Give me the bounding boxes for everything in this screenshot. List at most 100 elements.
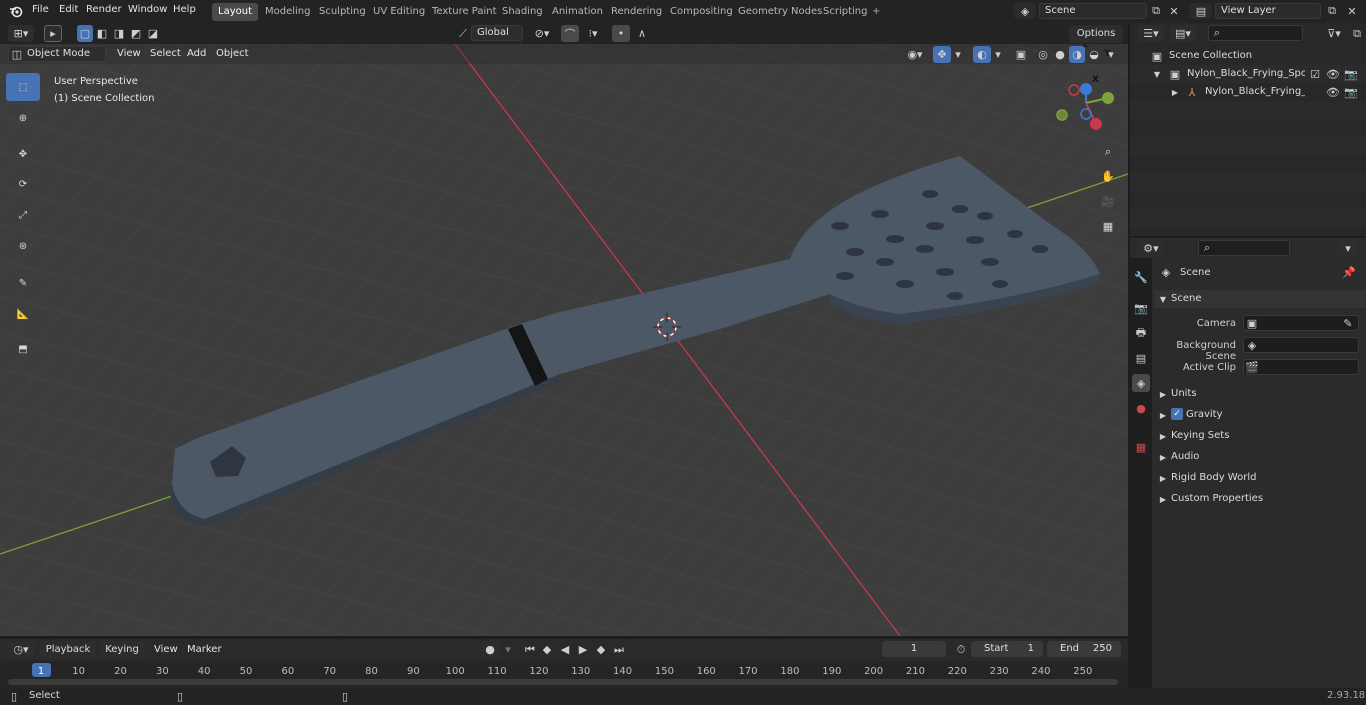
new-view-layer-icon[interactable]: ⧉ xyxy=(1325,3,1339,19)
gravity-checkbox[interactable]: ✓ xyxy=(1171,408,1183,420)
timeline-editor-icon[interactable]: ◷▾ xyxy=(8,641,34,658)
tab-texture-paint[interactable]: Texture Paint xyxy=(426,3,503,21)
pin-icon[interactable]: 📌 xyxy=(1342,265,1356,279)
select-intersect-icon[interactable]: ◪ xyxy=(145,25,161,42)
scene-panel-header[interactable]: ▼ Scene xyxy=(1154,290,1366,308)
proportional-edit-icon[interactable]: • xyxy=(612,25,630,42)
add-cube-tool-icon[interactable]: ⬒ xyxy=(6,335,40,363)
blender-logo-icon[interactable] xyxy=(8,4,24,20)
eye-icon[interactable]: 👁 xyxy=(1326,85,1340,99)
transform-orientation-select[interactable]: Global xyxy=(471,25,523,41)
pivot-point-icon[interactable]: ⊘▾ xyxy=(531,25,553,42)
camera-view-icon[interactable]: 🎥 xyxy=(1097,190,1119,212)
gravity-section[interactable]: ▶ ✓ Gravity xyxy=(1154,406,1366,424)
camera-render-icon[interactable]: 📷 xyxy=(1344,67,1358,81)
next-keyframe-icon[interactable]: ◆ xyxy=(593,641,609,658)
solid-shading-icon[interactable]: ● xyxy=(1052,46,1068,63)
rigid-body-world-section[interactable]: ▶ Rigid Body World xyxy=(1154,469,1366,487)
jump-end-icon[interactable]: ⏭ xyxy=(611,641,627,658)
properties-editor-icon[interactable]: ⚙▾ xyxy=(1138,240,1164,257)
eyedropper-icon[interactable]: ✎ xyxy=(1342,317,1354,330)
record-icon[interactable]: ● xyxy=(481,641,499,658)
overlays-dropdown-icon[interactable]: ▾ xyxy=(992,46,1004,63)
marker-menu[interactable]: Marker xyxy=(187,644,222,655)
new-scene-icon[interactable]: ⧉ xyxy=(1149,3,1163,19)
texture-tab-icon[interactable]: ▦ xyxy=(1132,438,1150,456)
prev-keyframe-icon[interactable]: ◆ xyxy=(539,641,555,658)
delete-view-layer-icon[interactable]: ✕ xyxy=(1345,3,1359,19)
transform-orientation-icon[interactable]: ⟋ xyxy=(455,25,471,42)
3d-viewport[interactable]: Z Y X User Perspective (1) Scene Collect… xyxy=(0,44,1128,636)
tab-shading[interactable]: Shading xyxy=(496,3,549,21)
render-tab-icon[interactable]: 📷 xyxy=(1132,299,1150,317)
rotate-tool-icon[interactable]: ⟳ xyxy=(6,170,40,198)
outliner-editor-icon[interactable]: ☰▾ xyxy=(1138,25,1164,42)
playback-menu[interactable]: Playback xyxy=(40,641,96,659)
wireframe-shading-icon[interactable]: ◎ xyxy=(1035,46,1051,63)
add-menu[interactable]: Add xyxy=(187,48,206,59)
object-menu[interactable]: Object xyxy=(216,48,249,59)
rendered-shading-icon[interactable]: ◒ xyxy=(1086,46,1102,63)
delete-scene-icon[interactable]: ✕ xyxy=(1167,3,1181,19)
add-workspace-button[interactable]: + xyxy=(866,3,886,21)
scale-tool-icon[interactable]: ⤢ xyxy=(6,201,40,229)
keying-sets-section[interactable]: ▶ Keying Sets xyxy=(1154,427,1366,445)
end-frame-field[interactable]: End 250 xyxy=(1047,641,1121,657)
timeline-scrollbar[interactable] xyxy=(8,679,1118,685)
transform-tool-icon[interactable]: ⊛ xyxy=(6,232,40,260)
options-button[interactable]: Options xyxy=(1069,25,1123,43)
tool-tab-icon[interactable]: 🔧 xyxy=(1132,268,1150,286)
visibility-icon[interactable]: ◉▾ xyxy=(903,46,927,63)
output-tab-icon[interactable]: 🖶 xyxy=(1132,324,1150,342)
pan-hand-icon[interactable]: ✋ xyxy=(1097,165,1119,187)
current-frame-field[interactable]: 1 xyxy=(882,641,946,657)
menu-edit[interactable]: Edit xyxy=(59,4,78,15)
select-tool-icon[interactable]: ▸ xyxy=(44,25,62,42)
material-shading-icon[interactable]: ◑ xyxy=(1069,46,1085,63)
start-frame-field[interactable]: Start 1 xyxy=(971,641,1043,657)
expand-arrow-icon[interactable]: ▶ xyxy=(1170,85,1180,99)
keying-menu[interactable]: Keying xyxy=(99,641,145,659)
outliner-row-object[interactable]: ▶ ⅄ Nylon_Black_Frying_Spoo 👁 📷 xyxy=(1130,83,1366,101)
measure-tool-icon[interactable]: 📐 xyxy=(6,300,40,328)
units-section[interactable]: ▶ Units xyxy=(1154,385,1366,403)
preview-range-icon[interactable]: ⏱ xyxy=(953,641,969,658)
shading-dropdown-icon[interactable]: ▾ xyxy=(1105,46,1117,63)
tab-uv-editing[interactable]: UV Editing xyxy=(367,3,431,21)
gizmo-dropdown-icon[interactable]: ▾ xyxy=(952,46,964,63)
overlays-toggle-icon[interactable]: ◐ xyxy=(973,46,991,63)
menu-help[interactable]: Help xyxy=(173,4,196,15)
play-reverse-icon[interactable]: ◀ xyxy=(557,641,573,658)
tab-rendering[interactable]: Rendering xyxy=(605,3,668,21)
falloff-icon[interactable]: ∧ xyxy=(631,25,653,42)
properties-options-icon[interactable]: ▾ xyxy=(1338,240,1358,257)
menu-window[interactable]: Window xyxy=(128,4,167,15)
expand-arrow-icon[interactable]: ▼ xyxy=(1152,67,1162,81)
editor-type-icon[interactable]: ⊞▾ xyxy=(8,25,34,42)
eye-icon[interactable]: 👁 xyxy=(1326,67,1340,81)
gizmo-x-label[interactable]: X xyxy=(1092,75,1099,85)
scene-tab-icon[interactable]: ◈ xyxy=(1132,374,1150,392)
outliner-row-scene-collection[interactable]: ▣ Scene Collection xyxy=(1130,47,1366,65)
timeline-view-menu[interactable]: View xyxy=(154,644,178,655)
select-extend-icon[interactable]: ◧ xyxy=(94,25,110,42)
zoom-icon[interactable]: ⌕ xyxy=(1097,141,1119,163)
play-icon[interactable]: ▶ xyxy=(575,641,591,658)
move-tool-icon[interactable]: ✥ xyxy=(6,140,40,168)
menu-file[interactable]: File xyxy=(32,4,49,15)
new-collection-icon[interactable]: ⧉ xyxy=(1350,25,1364,42)
tab-layout[interactable]: Layout xyxy=(212,3,258,21)
annotate-tool-icon[interactable]: ✎ xyxy=(6,269,40,297)
xray-icon[interactable]: ▣ xyxy=(1013,46,1029,63)
ortho-grid-icon[interactable]: ▦ xyxy=(1097,215,1119,237)
display-mode-icon[interactable]: ▤▾ xyxy=(1170,25,1196,42)
select-subtract-icon[interactable]: ◨ xyxy=(111,25,127,42)
custom-properties-section[interactable]: ▶ Custom Properties xyxy=(1154,490,1366,508)
view-layer-tab-icon[interactable]: ▤ xyxy=(1132,349,1150,367)
gizmo-toggle-icon[interactable]: ✥ xyxy=(933,46,951,63)
tab-modeling[interactable]: Modeling xyxy=(259,3,317,21)
background-scene-field[interactable] xyxy=(1243,337,1359,353)
snap-target-icon[interactable]: ⁝▾ xyxy=(580,25,606,42)
camera-render-icon[interactable]: 📷 xyxy=(1344,85,1358,99)
view-layer-field[interactable]: View Layer xyxy=(1215,3,1321,19)
